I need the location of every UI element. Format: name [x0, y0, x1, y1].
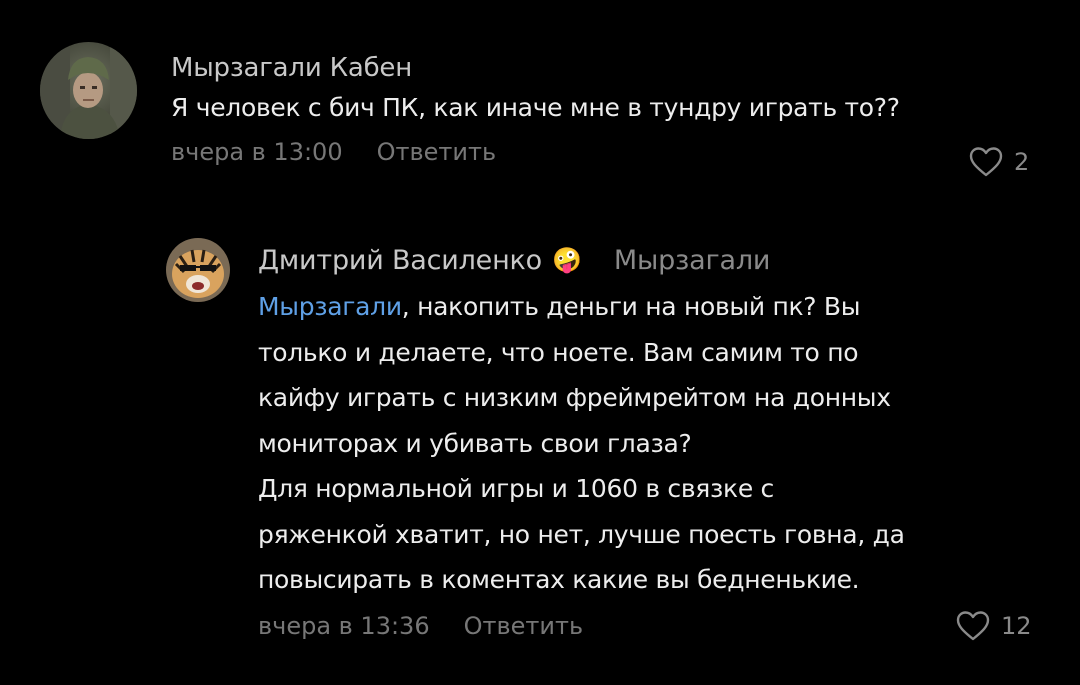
comment-meta: вчера в 13:00 Ответить — [171, 132, 1051, 172]
author-line: Мырзагали Кабен — [171, 48, 1051, 88]
text-line: мониторах и убивать свои глаза? — [258, 428, 692, 458]
like-button[interactable]: 12 — [955, 608, 1032, 644]
comment-content: Дмитрий Василенко 🤪 Мырзагали Мырзагали,… — [258, 234, 1058, 647]
like-button[interactable]: 2 — [968, 144, 1029, 180]
heart-outline-icon — [955, 610, 991, 642]
avatar[interactable] — [40, 42, 137, 139]
text-line: только и делаете, что ноете. Вам самим т… — [258, 337, 859, 367]
text-line: Мырзагали, накопить деньги на новый пк? … — [258, 284, 1058, 330]
text-fragment: , накопить деньги на новый пк? Вы — [401, 292, 861, 321]
text-line: повысирать в коментах какие вы бедненьки… — [258, 565, 860, 594]
text-line: Для нормальной игры и 1060 в связке с — [258, 474, 775, 503]
soldier-avatar-image — [40, 42, 137, 139]
comment: Мырзагали Кабен Я человек с бич ПК, как … — [40, 42, 1051, 172]
author-emoji: 🤪 — [551, 246, 582, 274]
avatar[interactable] — [166, 238, 230, 302]
author-line: Дмитрий Василенко 🤪 Мырзагали — [258, 236, 1058, 284]
comment-meta: вчера в 13:36 Ответить — [258, 605, 1058, 647]
comment-text: Я человек с бич ПК, как иначе мне в тунд… — [171, 93, 900, 122]
reply-to-name[interactable]: Мырзагали — [614, 245, 771, 276]
author-name[interactable]: Мырзагали Кабен — [171, 53, 412, 83]
text-line: ряженкой хватит, но нет, лучше поесть го… — [258, 519, 905, 549]
comment-content: Мырзагали Кабен Я человек с бич ПК, как … — [171, 42, 1051, 172]
like-count: 2 — [1014, 148, 1030, 176]
reply-comment: Дмитрий Василенко 🤪 Мырзагали Мырзагали,… — [166, 234, 1058, 647]
timestamp: вчера в 13:00 — [171, 138, 343, 166]
timestamp: вчера в 13:36 — [258, 611, 430, 640]
reply-button[interactable]: Ответить — [377, 138, 496, 166]
reply-button[interactable]: Ответить — [464, 612, 583, 640]
author-name[interactable]: Дмитрий Василенко — [258, 245, 542, 276]
mention-link[interactable]: Мырзагали — [258, 292, 402, 321]
like-count: 12 — [1001, 612, 1032, 640]
tiger-avatar-image — [166, 238, 230, 302]
text-line: кайфу играть с низким фреймрейтом на дон… — [258, 383, 891, 412]
comment-text: Мырзагали, накопить деньги на новый пк? … — [258, 284, 1058, 603]
heart-outline-icon — [968, 146, 1004, 178]
